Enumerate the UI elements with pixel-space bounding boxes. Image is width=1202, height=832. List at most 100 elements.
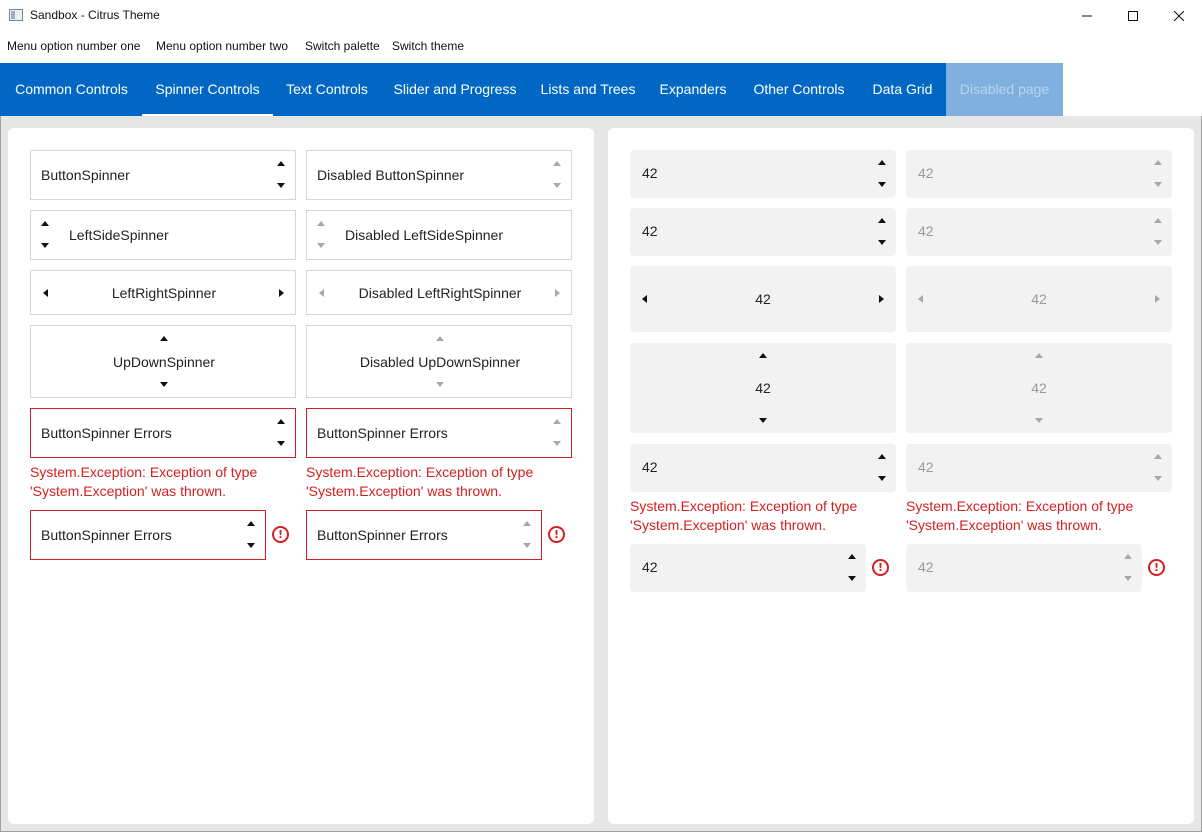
numeric-value: 42	[918, 559, 934, 575]
button-spinner[interactable]: ButtonSpinner	[30, 150, 296, 200]
error-message-line1: System.Exception: Exception of type	[630, 498, 858, 514]
error-icon: !	[872, 559, 889, 576]
button-spinner-errors-label: ButtonSpinner Errors	[317, 425, 448, 441]
tab-expanders[interactable]: Expanders	[647, 63, 739, 116]
app-icon	[9, 9, 23, 21]
spin-down-icon[interactable]	[878, 240, 886, 245]
left-side-spinner[interactable]: LeftSideSpinner	[30, 210, 296, 260]
spin-down-icon[interactable]	[277, 183, 285, 188]
spin-down-icon[interactable]	[247, 543, 255, 548]
close-icon	[1174, 11, 1184, 21]
numeric-value[interactable]: 42	[642, 459, 658, 475]
numeric-value[interactable]: 42	[642, 165, 658, 181]
spin-up-icon[interactable]	[878, 218, 886, 223]
menu-switch-palette[interactable]: Switch palette	[305, 39, 380, 53]
disabled-up-down-spinner-label: Disabled UpDownSpinner	[359, 354, 521, 370]
spin-right-icon[interactable]	[879, 295, 884, 303]
disabled-left-right-spinner: Disabled LeftRightSpinner	[306, 270, 572, 315]
numeric-left-right-spinner[interactable]: 42	[630, 266, 896, 332]
spin-down-icon[interactable]	[878, 182, 886, 187]
button-spinner-errors-label: ButtonSpinner Errors	[41, 425, 172, 441]
spin-down-icon	[1154, 476, 1162, 481]
menu-bar: Menu option number one Menu option numbe…	[0, 34, 1202, 58]
spin-down-icon[interactable]	[160, 382, 168, 387]
disabled-numeric-spinner-error-with-icon: 42	[906, 544, 1142, 592]
up-down-spinner[interactable]: UpDownSpinner	[30, 325, 296, 398]
spin-up-icon[interactable]	[878, 454, 886, 459]
spin-up-icon[interactable]	[878, 160, 886, 165]
numeric-spinner-error-with-icon[interactable]: 42	[630, 544, 866, 592]
tab-other-controls[interactable]: Other Controls	[739, 63, 859, 116]
spin-up-icon[interactable]	[247, 521, 255, 526]
disabled-numeric-left-right-spinner: 42	[906, 266, 1172, 332]
numeric-spinner-error[interactable]: 42	[630, 444, 896, 492]
disabled-button-spinner: Disabled ButtonSpinner	[306, 150, 572, 200]
error-message-line2: 'System.Exception' was thrown.	[30, 483, 226, 499]
spin-up-icon[interactable]	[277, 419, 285, 424]
error-message-line1: System.Exception: Exception of type	[906, 498, 1134, 514]
tab-lists-and-trees[interactable]: Lists and Trees	[529, 63, 647, 116]
spin-down-icon[interactable]	[878, 476, 886, 481]
spin-up-icon	[523, 521, 531, 526]
spin-down-icon	[523, 543, 531, 548]
minimize-button[interactable]	[1064, 0, 1110, 32]
spin-down-icon	[553, 183, 561, 188]
numeric-value: 42	[918, 165, 934, 181]
spin-up-icon[interactable]	[41, 221, 49, 226]
spin-down-icon	[1035, 418, 1043, 423]
disabled-left-side-spinner: Disabled LeftSideSpinner	[306, 210, 572, 260]
error-message-line1: System.Exception: Exception of type	[30, 464, 258, 480]
tab-data-grid[interactable]: Data Grid	[859, 63, 946, 116]
error-message-line1: System.Exception: Exception of type	[306, 464, 534, 480]
spin-down-icon	[1154, 240, 1162, 245]
tab-spinner-controls[interactable]: Spinner Controls	[142, 63, 273, 116]
numeric-spinner[interactable]: 42	[630, 150, 896, 198]
spin-up-icon	[1154, 454, 1162, 459]
disabled-button-spinner-errors: ButtonSpinner Errors	[306, 408, 572, 458]
up-down-spinner-label: UpDownSpinner	[113, 354, 215, 370]
numeric-up-down-spinner[interactable]: 42	[630, 343, 896, 433]
tab-text-controls[interactable]: Text Controls	[273, 63, 381, 116]
spin-up-icon[interactable]	[759, 353, 767, 358]
spin-right-icon	[555, 289, 560, 297]
spin-down-icon[interactable]	[759, 418, 767, 423]
spin-right-icon[interactable]	[279, 289, 284, 297]
left-right-spinner[interactable]: LeftRightSpinner	[30, 270, 296, 315]
spin-up-icon[interactable]	[848, 554, 856, 559]
right-panel: 42 42 42 42 42 42 42 42 42 42 System.Exc…	[608, 128, 1194, 824]
disabled-button-spinner-label: Disabled ButtonSpinner	[317, 167, 465, 183]
spin-up-icon	[553, 419, 561, 424]
tab-slider-and-progress[interactable]: Slider and Progress	[381, 63, 529, 116]
button-spinner-errors-with-icon[interactable]: ButtonSpinner Errors	[30, 510, 266, 560]
maximize-button[interactable]	[1110, 0, 1156, 32]
disabled-button-spinner-errors-with-icon: ButtonSpinner Errors	[306, 510, 542, 560]
disabled-numeric-spinner-error: 42	[906, 444, 1172, 492]
menu-option-two[interactable]: Menu option number two	[156, 39, 288, 53]
numeric-value[interactable]: 42	[642, 223, 658, 239]
numeric-value[interactable]: 42	[630, 291, 896, 307]
error-message: System.Exception: Exception of type 'Sys…	[906, 497, 1133, 535]
spin-up-icon[interactable]	[160, 336, 168, 341]
tab-common-controls[interactable]: Common Controls	[1, 63, 142, 116]
minimize-icon	[1082, 15, 1092, 17]
spin-down-icon[interactable]	[277, 441, 285, 446]
button-spinner-label: ButtonSpinner	[41, 167, 130, 183]
maximize-icon	[1128, 11, 1138, 21]
disabled-left-side-spinner-label: Disabled LeftSideSpinner	[345, 227, 503, 243]
error-message: System.Exception: Exception of type 'Sys…	[30, 463, 257, 501]
numeric-value[interactable]: 42	[642, 559, 658, 575]
button-spinner-errors-label: ButtonSpinner Errors	[317, 527, 448, 543]
menu-switch-theme[interactable]: Switch theme	[392, 39, 464, 53]
button-spinner-errors[interactable]: ButtonSpinner Errors	[30, 408, 296, 458]
spin-down-icon[interactable]	[848, 576, 856, 581]
spin-up-icon	[317, 221, 325, 226]
numeric-value[interactable]: 42	[630, 380, 896, 396]
close-button[interactable]	[1156, 0, 1202, 32]
spin-down-icon[interactable]	[41, 243, 49, 248]
spin-up-icon	[436, 336, 444, 341]
numeric-spinner[interactable]: 42	[630, 208, 896, 256]
left-panel: ButtonSpinner Disabled ButtonSpinner Lef…	[8, 128, 594, 824]
menu-option-one[interactable]: Menu option number one	[7, 39, 140, 53]
spin-up-icon	[553, 161, 561, 166]
spin-up-icon[interactable]	[277, 161, 285, 166]
